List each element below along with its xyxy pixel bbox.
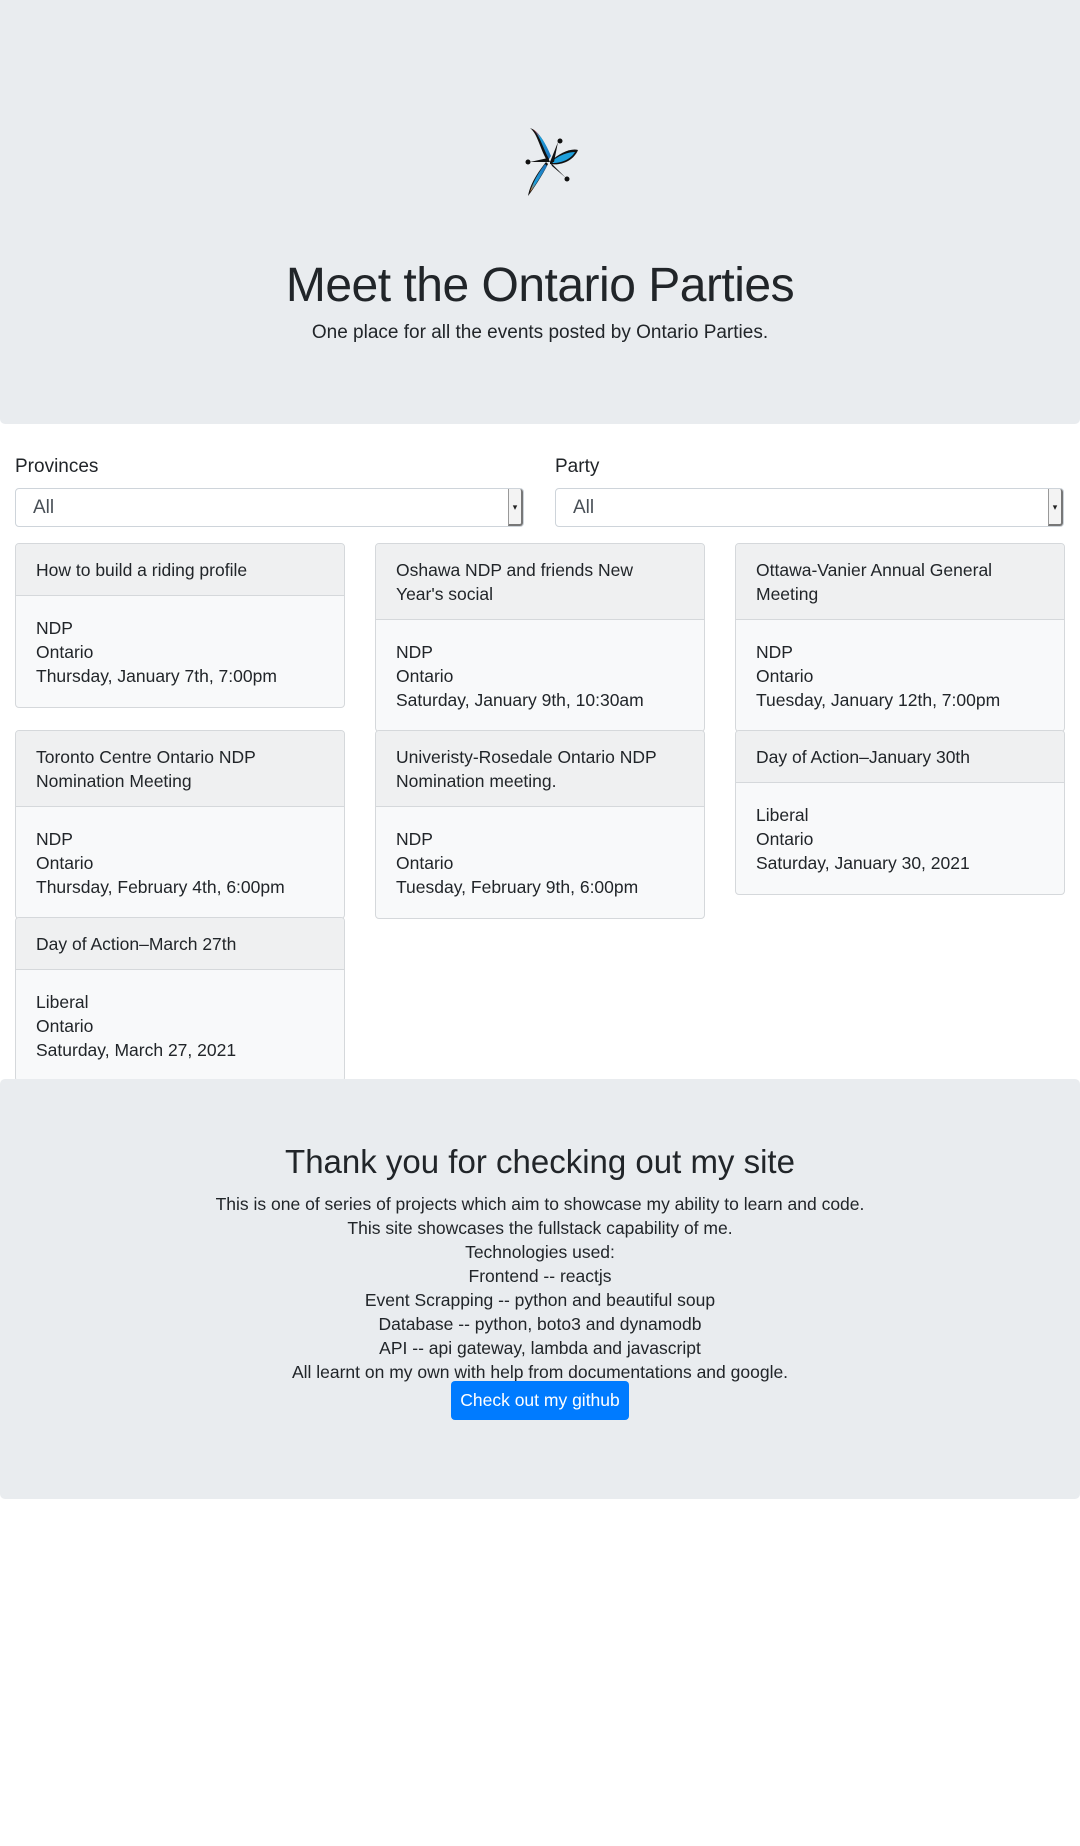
footer-line: Technologies used: (465, 1242, 615, 1262)
event-card: Ottawa-Vanier Annual General Meeting NDP… (735, 543, 1065, 732)
event-date: Thursday, January 7th, 7:00pm (36, 666, 277, 686)
footer-line: This site showcases the fullstack capabi… (347, 1218, 733, 1238)
ontario-trillium-logo-icon (525, 128, 578, 196)
event-party: Liberal (756, 805, 809, 825)
event-party: NDP (756, 642, 793, 662)
party-select[interactable]: All ▾ (555, 488, 1064, 527)
chevron-down-icon[interactable]: ▾ (1048, 489, 1063, 526)
event-details: Liberal Ontario Saturday, January 30, 20… (736, 783, 1064, 894)
event-date: Saturday, January 30, 2021 (756, 853, 970, 873)
event-party: NDP (396, 829, 433, 849)
event-province: Ontario (396, 666, 454, 686)
event-title: How to build a riding profile (16, 544, 344, 596)
event-party: Liberal (36, 992, 89, 1012)
footer-line: Event Scrapping -- python and beautiful … (364, 1290, 716, 1310)
event-date: Thursday, February 4th, 6:00pm (36, 877, 285, 897)
footer-line: This is one of series of projects which … (215, 1194, 865, 1214)
footer-title: Thank you for checking out my site (285, 1143, 795, 1180)
event-details: Liberal Ontario Saturday, March 27, 2021 (16, 970, 344, 1081)
provinces-select-value: All (33, 497, 55, 518)
event-card: Day of Action–March 27th Liberal Ontario… (15, 917, 345, 1082)
footer-line: Frontend -- reactjs (468, 1266, 612, 1286)
chevron-down-icon[interactable]: ▾ (508, 489, 523, 526)
event-province: Ontario (36, 642, 94, 662)
event-details: NDP Ontario Tuesday, February 9th, 6:00p… (376, 807, 704, 918)
event-card: Day of Action–January 30th Liberal Ontar… (735, 730, 1065, 895)
event-details: NDP Ontario Tuesday, January 12th, 7:00p… (736, 620, 1064, 731)
party-select-value: All (573, 497, 595, 518)
event-title: Oshawa NDP and friends New Year's social (376, 544, 704, 620)
page-subtitle: One place for all the events posted by O… (311, 322, 769, 343)
github-button[interactable]: Check out my github (451, 1381, 629, 1420)
event-card: Toronto Centre Ontario NDP Nomination Me… (15, 730, 345, 919)
event-details: NDP Ontario Thursday, January 7th, 7:00p… (16, 596, 344, 707)
footer-line: Database -- python, boto3 and dynamodb (378, 1314, 702, 1334)
event-card: Oshawa NDP and friends New Year's social… (375, 543, 705, 732)
event-province: Ontario (36, 853, 94, 873)
event-card: How to build a riding profile NDP Ontari… (15, 543, 345, 708)
event-date: Tuesday, January 12th, 7:00pm (756, 690, 1001, 710)
event-details: NDP Ontario Saturday, January 9th, 10:30… (376, 620, 704, 731)
event-province: Ontario (396, 853, 454, 873)
event-title: Day of Action–March 27th (16, 918, 344, 970)
hero-jumbotron: Meet the Ontario Parties One place for a… (0, 0, 1080, 424)
event-party: NDP (36, 618, 73, 638)
event-party: NDP (36, 829, 73, 849)
event-title: Ottawa-Vanier Annual General Meeting (736, 544, 1064, 620)
event-province: Ontario (756, 666, 814, 686)
party-label: Party (555, 456, 600, 477)
footer-description: This is one of series of projects which … (0, 1192, 1080, 1384)
event-title: Day of Action–January 30th (736, 731, 1064, 783)
provinces-select[interactable]: All ▾ (15, 488, 524, 527)
event-card: Univeristy-Rosedale Ontario NDP Nominati… (375, 730, 705, 919)
event-title: Univeristy-Rosedale Ontario NDP Nominati… (376, 731, 704, 807)
event-date: Tuesday, February 9th, 6:00pm (396, 877, 639, 897)
event-details: NDP Ontario Thursday, February 4th, 6:00… (16, 807, 344, 918)
event-date: Saturday, January 9th, 10:30am (396, 690, 644, 710)
footer-jumbotron: Thank you for checking out my site This … (0, 1079, 1080, 1499)
event-party: NDP (396, 642, 433, 662)
event-province: Ontario (36, 1016, 94, 1036)
event-title: Toronto Centre Ontario NDP Nomination Me… (16, 731, 344, 807)
event-province: Ontario (756, 829, 814, 849)
footer-line: API -- api gateway, lambda and javascrip… (379, 1338, 701, 1358)
page-title: Meet the Ontario Parties (285, 259, 795, 312)
event-date: Saturday, March 27, 2021 (36, 1040, 237, 1060)
provinces-label: Provinces (15, 456, 99, 477)
